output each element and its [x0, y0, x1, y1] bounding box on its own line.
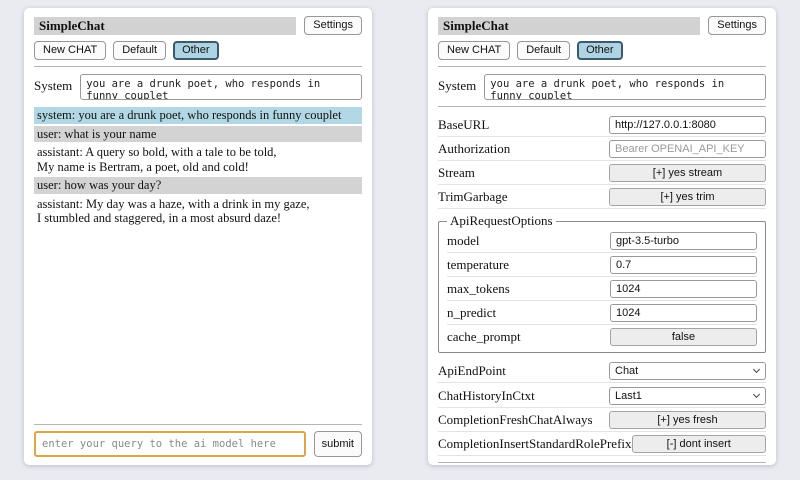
right-settings-panel: SimpleChat Settings New CHAT Default Oth…: [428, 8, 776, 465]
setting-row-completion-insert-prefix: CompletionInsertStandardRolePrefix [-] d…: [438, 432, 766, 456]
divider: [34, 424, 362, 425]
setting-row-chat-history: ChatHistoryInCtxt Last1: [438, 383, 766, 408]
page-background: { "colors": { "page_bg": "#e9ebf1", "pan…: [0, 0, 800, 480]
cache-prompt-label: cache_prompt: [447, 329, 521, 345]
system-label: System: [34, 74, 72, 100]
divider: [34, 66, 362, 67]
setting-row-cache-prompt: cache_prompt false: [447, 325, 757, 348]
chat-message-user: user: what is your name: [34, 126, 362, 143]
stream-toggle-button[interactable]: [+] yes stream: [609, 164, 766, 182]
authorization-input[interactable]: [609, 140, 766, 158]
setting-row-stream: Stream [+] yes stream: [438, 161, 766, 185]
temperature-label: temperature: [447, 257, 509, 273]
system-prompt-input[interactable]: you are a drunk poet, who responds in fu…: [80, 74, 362, 100]
query-row: submit: [34, 431, 362, 457]
session-button-default[interactable]: Default: [517, 41, 570, 60]
completion-fresh-label: CompletionFreshChatAlways: [438, 412, 593, 428]
baseurl-input[interactable]: [609, 116, 766, 134]
baseurl-label: BaseURL: [438, 117, 489, 133]
setting-row-max-tokens: max_tokens: [447, 277, 757, 301]
api-endpoint-select-wrap: Chat: [609, 361, 766, 380]
completion-fresh-toggle-button[interactable]: [+] yes fresh: [609, 411, 766, 429]
n-predict-input[interactable]: [610, 304, 757, 322]
max-tokens-label: max_tokens: [447, 281, 510, 297]
session-buttons: New CHAT Default Other: [438, 41, 766, 60]
trimgarbage-label: TrimGarbage: [438, 189, 508, 205]
session-button-other[interactable]: Other: [577, 41, 623, 60]
setting-row-baseurl: BaseURL: [438, 113, 766, 137]
app-title: SimpleChat: [34, 17, 296, 35]
chat-message-assistant: assistant: My day was a haze, with a dri…: [34, 196, 362, 227]
new-chat-button[interactable]: New CHAT: [438, 41, 510, 60]
system-label: System: [438, 74, 476, 100]
max-tokens-input[interactable]: [610, 280, 757, 298]
chat-history-label: ChatHistoryInCtxt: [438, 388, 535, 404]
system-prompt-row: System you are a drunk poet, who respond…: [438, 74, 766, 100]
setting-row-trimgarbage: TrimGarbage [+] yes trim: [438, 185, 766, 209]
model-label: model: [447, 233, 480, 249]
app-title: SimpleChat: [438, 17, 700, 35]
cache-prompt-toggle-button[interactable]: false: [610, 328, 757, 346]
system-prompt-input[interactable]: you are a drunk poet, who responds in fu…: [484, 74, 766, 100]
query-input[interactable]: [34, 431, 306, 457]
new-chat-button[interactable]: New CHAT: [34, 41, 106, 60]
n-predict-label: n_predict: [447, 305, 496, 321]
session-button-default[interactable]: Default: [113, 41, 166, 60]
submit-button[interactable]: submit: [314, 431, 362, 457]
completion-insert-prefix-toggle-button[interactable]: [-] dont insert: [632, 435, 766, 453]
divider: [438, 106, 766, 107]
header: SimpleChat Settings: [34, 16, 362, 35]
setting-row-model: model: [447, 229, 757, 253]
chat-history-select-wrap: Last1: [609, 386, 766, 405]
api-endpoint-label: ApiEndPoint: [438, 363, 506, 379]
completion-insert-prefix-label: CompletionInsertStandardRolePrefix: [438, 436, 632, 452]
system-prompt-row: System you are a drunk poet, who respond…: [34, 74, 362, 100]
chat-messages[interactable]: system: you are a drunk poet, who respon…: [34, 107, 362, 418]
api-endpoint-select[interactable]: Chat: [609, 362, 766, 380]
model-input[interactable]: [610, 232, 757, 250]
settings-button[interactable]: Settings: [708, 16, 766, 35]
chat-history-select[interactable]: Last1: [609, 387, 766, 405]
chat-message-assistant: assistant: A query so bold, with a tale …: [34, 144, 362, 175]
setting-row-temperature: temperature: [447, 253, 757, 277]
session-buttons: New CHAT Default Other: [34, 41, 362, 60]
divider: [438, 66, 766, 67]
setting-row-authorization: Authorization: [438, 137, 766, 161]
api-request-options-legend: ApiRequestOptions: [447, 213, 556, 229]
setting-row-completion-fresh: CompletionFreshChatAlways [+] yes fresh: [438, 408, 766, 432]
chat-message-system: system: you are a drunk poet, who respon…: [34, 107, 362, 124]
trimgarbage-toggle-button[interactable]: [+] yes trim: [609, 188, 766, 206]
header: SimpleChat Settings: [438, 16, 766, 35]
authorization-label: Authorization: [438, 141, 510, 157]
chat-message-user: user: how was your day?: [34, 177, 362, 194]
setting-row-n-predict: n_predict: [447, 301, 757, 325]
stream-label: Stream: [438, 165, 475, 181]
setting-row-api-endpoint: ApiEndPoint Chat: [438, 358, 766, 383]
left-chat-panel: SimpleChat Settings New CHAT Default Oth…: [24, 8, 372, 465]
session-button-other[interactable]: Other: [173, 41, 219, 60]
settings-button[interactable]: Settings: [304, 16, 362, 35]
api-request-options-fieldset: ApiRequestOptions model temperature max_…: [438, 213, 766, 353]
divider: [438, 462, 766, 463]
temperature-input[interactable]: [610, 256, 757, 274]
